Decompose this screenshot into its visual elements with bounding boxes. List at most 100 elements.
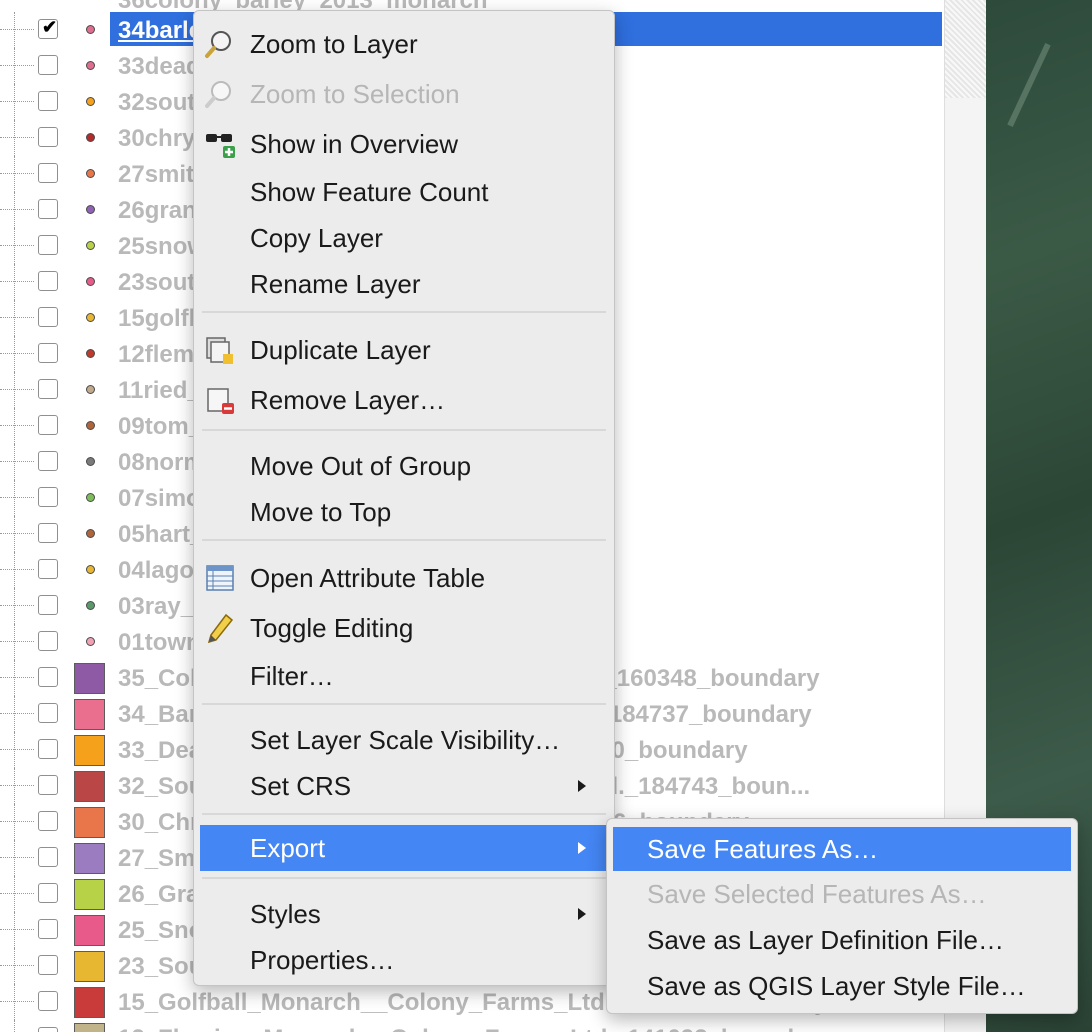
layer-visibility-checkbox[interactable] (38, 523, 58, 543)
layer-visibility-checkbox[interactable] (38, 919, 58, 939)
layer-visibility-checkbox[interactable] (38, 667, 58, 687)
tree-line (14, 264, 15, 300)
menu-item-styles[interactable]: Styles (200, 893, 608, 935)
tree-line (0, 137, 34, 138)
menu-item-label: Filter… (250, 661, 334, 691)
layer-visibility-checkbox[interactable] (38, 775, 58, 795)
menu-item-open-attribute-table[interactable]: Open Attribute Table (200, 557, 608, 599)
menu-item-copy-layer[interactable]: Copy Layer (200, 217, 608, 259)
point-symbol-icon (86, 277, 95, 286)
layer-visibility-checkbox[interactable] (38, 379, 58, 399)
polygon-symbol-icon (74, 843, 105, 874)
menu-item-save-layer-definition[interactable]: Save as Layer Definition File… (613, 919, 1071, 961)
polygon-symbol-icon (74, 951, 105, 982)
point-symbol-icon (86, 421, 95, 430)
attribute-table-icon (206, 565, 234, 591)
layer-visibility-checkbox[interactable] (38, 703, 58, 723)
layer-visibility-checkbox[interactable] (38, 343, 58, 363)
map-feature (1007, 42, 1051, 128)
layer-visibility-checkbox[interactable] (38, 127, 58, 147)
layer-visibility-checkbox[interactable] (38, 487, 58, 507)
tree-line (14, 228, 15, 264)
menu-item-label: Set Layer Scale Visibility… (250, 725, 561, 755)
layer-visibility-checkbox[interactable] (38, 415, 58, 435)
layer-visibility-checkbox[interactable] (38, 847, 58, 867)
menu-item-save-layer-style[interactable]: Save as QGIS Layer Style File… (613, 965, 1071, 1007)
tree-line (0, 461, 34, 462)
menu-item-move-out-of-group[interactable]: Move Out of Group (200, 445, 608, 487)
tree-line (0, 965, 34, 966)
menu-item-label: Show Feature Count (250, 177, 489, 207)
menu-item-rename-layer[interactable]: Rename Layer (200, 263, 608, 305)
menu-item-filter[interactable]: Filter… (200, 655, 608, 697)
layer-visibility-checkbox[interactable] (38, 451, 58, 471)
tree-line (0, 677, 34, 678)
menu-item-label: Copy Layer (250, 223, 383, 253)
tree-line (0, 353, 34, 354)
layer-visibility-checkbox[interactable] (38, 595, 58, 615)
layer-visibility-checkbox[interactable]: ✔ (38, 17, 58, 39)
layer-visibility-checkbox[interactable] (38, 55, 58, 75)
menu-item-toggle-editing[interactable]: Toggle Editing (200, 607, 608, 649)
layer-visibility-checkbox[interactable] (38, 271, 58, 291)
tree-line (0, 857, 34, 858)
layer-visibility-checkbox[interactable] (38, 955, 58, 975)
layer-row[interactable]: 12_Fleming_Monarch__Colony_Farms_Ltd._14… (0, 1020, 945, 1032)
layer-visibility-checkbox[interactable] (38, 739, 58, 759)
layer-visibility-checkbox[interactable] (38, 307, 58, 327)
layer-visibility-checkbox[interactable] (38, 163, 58, 183)
menu-item-remove-layer[interactable]: Remove Layer… (200, 379, 608, 421)
menu-item-label: Toggle Editing (250, 613, 414, 643)
tree-line (0, 785, 34, 786)
layer-visibility-checkbox[interactable] (38, 1027, 58, 1032)
layer-visibility-checkbox[interactable] (38, 559, 58, 579)
menu-item-label: Save as QGIS Layer Style File… (647, 971, 1026, 1001)
layer-visibility-checkbox[interactable] (38, 235, 58, 255)
menu-item-save-selected-features-as[interactable]: Save Selected Features As… (613, 873, 1071, 915)
point-symbol-icon (86, 349, 95, 358)
layer-visibility-checkbox[interactable] (38, 631, 58, 651)
menu-item-show-in-overview[interactable]: Show in Overview (200, 123, 608, 165)
tree-line (14, 840, 15, 876)
tree-line (0, 497, 34, 498)
tree-line (0, 281, 34, 282)
menu-item-label: Move to Top (250, 497, 392, 527)
menu-item-move-to-top[interactable]: Move to Top (200, 491, 608, 533)
menu-item-set-layer-scale-visibility[interactable]: Set Layer Scale Visibility… (200, 719, 608, 761)
tree-line (14, 480, 15, 516)
menu-item-zoom-to-selection[interactable]: Zoom to Selection (200, 73, 608, 115)
menu-separator (202, 539, 606, 541)
tree-line (14, 300, 15, 336)
polygon-symbol-icon (74, 699, 105, 730)
overview-glasses-icon (206, 134, 235, 158)
menu-item-save-features-as[interactable]: Save Features As… (613, 827, 1071, 871)
layer-visibility-checkbox[interactable] (38, 91, 58, 111)
tree-line (0, 893, 34, 894)
menu-separator (202, 813, 606, 815)
point-symbol-icon (86, 205, 95, 214)
tree-line (14, 84, 15, 120)
tree-line (14, 588, 15, 624)
layer-visibility-checkbox[interactable] (38, 883, 58, 903)
tree-line (0, 1001, 34, 1002)
layer-visibility-checkbox[interactable] (38, 991, 58, 1011)
tree-line (14, 156, 15, 192)
point-symbol-icon (86, 637, 95, 646)
layer-visibility-checkbox[interactable] (38, 199, 58, 219)
menu-item-show-feature-count[interactable]: Show Feature Count (200, 171, 608, 213)
menu-item-properties[interactable]: Properties… (200, 939, 608, 981)
menu-item-label: Duplicate Layer (250, 335, 431, 365)
menu-item-set-crs[interactable]: Set CRS (200, 765, 608, 807)
point-symbol-icon (86, 601, 95, 610)
point-symbol-icon (86, 385, 95, 394)
tree-line (0, 605, 34, 606)
tree-line (14, 516, 15, 552)
layer-visibility-checkbox[interactable] (38, 811, 58, 831)
scrollbar-thumb[interactable] (945, 0, 986, 98)
menu-item-zoom-to-layer[interactable]: Zoom to Layer (200, 23, 608, 65)
point-symbol-icon (86, 565, 95, 574)
menu-item-label: Set CRS (250, 771, 352, 801)
menu-item-export[interactable]: Export (200, 825, 608, 871)
menu-item-duplicate-layer[interactable]: Duplicate Layer (200, 329, 608, 371)
tree-line (0, 425, 34, 426)
